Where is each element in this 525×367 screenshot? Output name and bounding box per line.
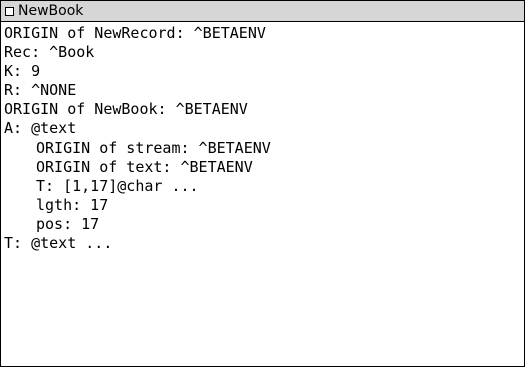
origin-newbook-line: ORIGIN of NewBook: ^BETAENV — [4, 100, 248, 119]
a-line: A: @text — [4, 119, 77, 138]
origin-text-line: ORIGIN of text: ^BETAENV — [36, 157, 253, 176]
newbook-window: NewBook ORIGIN of NewRecord: ^BETAENV Re… — [0, 0, 525, 367]
k-line: K: 9 — [4, 62, 41, 81]
rec-line: Rec: ^Book — [4, 43, 95, 62]
origin-newrecord-line: ORIGIN of NewRecord: ^BETAENV — [4, 24, 266, 42]
r-line: R: ^NONE — [4, 81, 77, 100]
window-title: NewBook — [18, 3, 84, 19]
origin-stream-line: ORIGIN of stream: ^BETAENV — [36, 138, 271, 157]
pos-line: pos: 17 — [36, 214, 100, 233]
object-inspector-content: ORIGIN of NewRecord: ^BETAENV Rec: ^Book… — [1, 23, 524, 366]
close-box-icon[interactable] — [5, 6, 14, 16]
title-bar[interactable]: NewBook — [1, 1, 524, 22]
t-char-line[interactable]: T: [1,17]@char ... — [4, 177, 524, 196]
lgth-line: lgth: 17 — [36, 195, 109, 214]
t-text-line[interactable]: T: @text ... — [4, 234, 524, 253]
